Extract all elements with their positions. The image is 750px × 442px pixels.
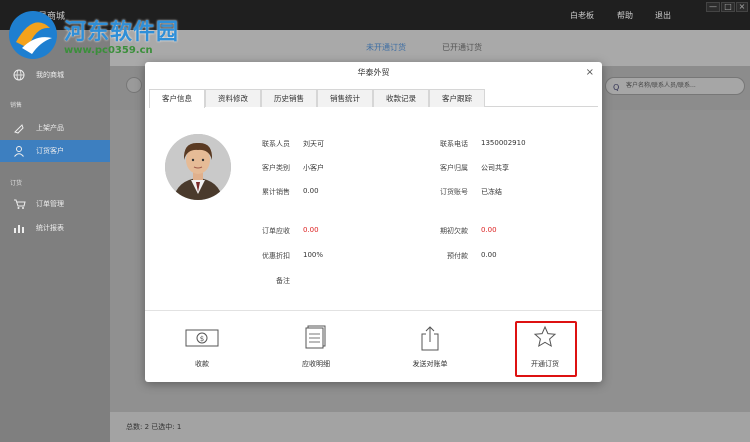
- send-statement-label: 发送对账单: [412, 360, 448, 368]
- value-contact: 刘天可: [303, 140, 324, 148]
- sidebar-item-my-mall[interactable]: 我的商城: [0, 64, 110, 86]
- tab-sales-history[interactable]: 历史销售: [261, 89, 317, 107]
- label-discount: 优惠折扣: [262, 252, 290, 260]
- sidebar-group-orders: 订货: [10, 180, 23, 187]
- watermark-site-name: 河东软件园: [64, 20, 180, 45]
- sidebar-item-label: 订单管理: [36, 200, 64, 208]
- avatar: [165, 134, 231, 200]
- user-icon: [10, 140, 28, 162]
- search-input[interactable]: Q 客户名称/联系人员/联系...: [605, 77, 745, 95]
- tab-customer-followup[interactable]: 客户跟踪: [429, 89, 485, 107]
- value-phone: 1350002910: [481, 139, 526, 147]
- value-ownership: 公司共享: [481, 164, 509, 172]
- sidebar-group-sales: 销售: [10, 102, 23, 109]
- minimize-button[interactable]: —: [706, 2, 720, 12]
- label-prepayment: 预付款: [447, 252, 468, 260]
- sidebar: 我的商城 销售 上架产品 订货客户 订货 订单管理 统计报表: [0, 30, 110, 442]
- value-opening-balance: 0.00: [481, 226, 497, 234]
- maximize-button[interactable]: □: [721, 2, 735, 12]
- window-close-button[interactable]: ×: [736, 2, 748, 12]
- refresh-button[interactable]: [126, 77, 142, 93]
- menu-user[interactable]: 白老板: [570, 10, 594, 21]
- label-order-receivable: 订单应收: [262, 227, 290, 235]
- menu-help[interactable]: 帮助: [617, 10, 633, 21]
- label-phone: 联系电话: [440, 140, 468, 148]
- status-footer: 总数: 2 已选中: 1: [110, 412, 750, 442]
- value-discount: 100%: [303, 251, 324, 259]
- sidebar-item-reports[interactable]: 统计报表: [0, 217, 110, 239]
- share-icon: [418, 325, 442, 351]
- receivable-details-label: 应收明细: [302, 360, 330, 368]
- customer-dialog: 华泰外贸 × 客户信息 资料修改 历史销售 销售统计 收款记录 客户跟踪 联系人…: [145, 62, 602, 382]
- sidebar-item-customers[interactable]: 订货客户: [0, 140, 110, 162]
- search-placeholder: 客户名称/联系人员/联系...: [626, 82, 696, 89]
- label-ownership: 客户归属: [440, 164, 468, 172]
- value-order-account: 已冻结: [481, 188, 502, 196]
- label-customer-type: 客户类别: [262, 164, 290, 172]
- document-icon: [304, 325, 328, 349]
- sidebar-item-products[interactable]: 上架产品: [0, 117, 110, 139]
- app-window: { "topbar": {"brand": "易商城", "menu": ["白…: [0, 0, 750, 442]
- sidebar-item-label: 上架产品: [36, 124, 64, 132]
- dialog-actions: $ 收款 应收明细 发送对账单 开通订货: [145, 310, 602, 382]
- value-order-receivable: 0.00: [303, 226, 319, 234]
- watermark-emblem-icon: [9, 11, 57, 59]
- label-order-account: 订货账号: [440, 188, 468, 196]
- sidebar-item-label: 订货客户: [36, 147, 64, 155]
- sidebar-item-orders[interactable]: 订单管理: [0, 193, 110, 215]
- watermark-url: www.pc0359.cn: [64, 45, 153, 56]
- tag-icon: [10, 117, 28, 139]
- tab-payment-records[interactable]: 收款记录: [373, 89, 429, 107]
- sidebar-item-label: 统计报表: [36, 224, 64, 232]
- cart-icon: [10, 193, 28, 215]
- value-prepayment: 0.00: [481, 251, 497, 259]
- search-icon: Q: [613, 83, 620, 92]
- dialog-tabs: 客户信息 资料修改 历史销售 销售统计 收款记录 客户跟踪: [149, 89, 598, 108]
- watermark-logo: 河东软件园 www.pc0359.cn: [6, 8, 216, 64]
- dialog-close-button[interactable]: ×: [586, 67, 594, 78]
- tab-sales-stats[interactable]: 销售统计: [317, 89, 373, 107]
- globe-icon: [10, 64, 28, 86]
- menu-logout[interactable]: 退出: [655, 10, 671, 21]
- svg-text:$: $: [200, 335, 204, 343]
- label-total-sales: 累计销售: [262, 188, 290, 196]
- label-remarks: 备注: [276, 277, 290, 285]
- chart-icon: [10, 217, 28, 239]
- value-total-sales: 0.00: [303, 187, 319, 195]
- send-statement-button[interactable]: 发送对账单: [390, 325, 470, 375]
- receive-payment-button[interactable]: $ 收款: [162, 325, 242, 375]
- money-icon: $: [185, 325, 219, 349]
- label-contact: 联系人员: [262, 140, 290, 148]
- tab-opened[interactable]: 已开通订货: [442, 42, 482, 53]
- tab-not-opened[interactable]: 未开通订货: [366, 42, 406, 53]
- tab-customer-info[interactable]: 客户信息: [149, 89, 205, 108]
- sidebar-item-label: 我的商城: [36, 71, 64, 79]
- value-customer-type: 小客户: [303, 164, 324, 172]
- highlight-box: [515, 321, 577, 377]
- receivable-details-button[interactable]: 应收明细: [276, 325, 356, 375]
- receive-payment-label: 收款: [195, 360, 209, 368]
- tab-edit-profile[interactable]: 资料修改: [205, 89, 261, 107]
- dialog-title: 华泰外贸: [357, 68, 390, 77]
- label-opening-balance: 期初欠款: [440, 227, 468, 235]
